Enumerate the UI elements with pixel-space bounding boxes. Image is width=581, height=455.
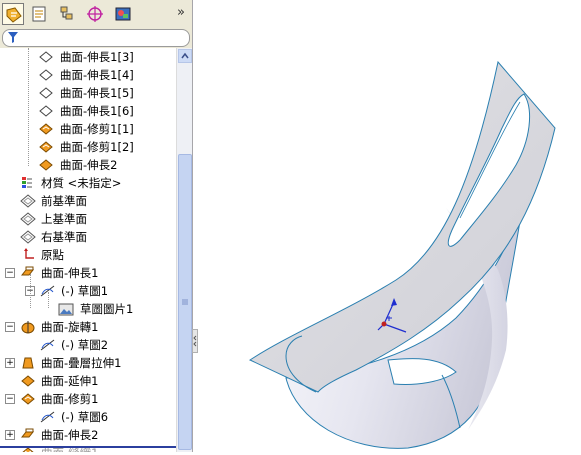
tree-item-label: 材質 <未指定> [41,176,122,190]
graphics-viewport[interactable] [198,0,581,452]
tree-item-label: 上基準面 [41,212,87,226]
surface-extend-gray-icon [38,68,54,82]
tree-item[interactable]: + 曲面-疊層拉伸1 [0,354,176,372]
collapse-toggle[interactable]: − [5,268,15,278]
tree-filter-input[interactable] [2,29,190,47]
expand-toggle[interactable]: + [5,430,15,440]
surface-revolve-icon [20,320,36,334]
tree-item[interactable]: − 曲面-修剪1 [0,390,176,408]
tree-item[interactable]: 上基準面 [0,210,176,228]
tree-item[interactable]: + 曲面-伸長2 [0,426,176,444]
dimxpert-manager-icon [87,6,103,22]
tree-item-label: 原點 [41,248,64,262]
tree-item[interactable]: 草圖圖片1 [0,300,176,318]
tree-item[interactable]: − 曲面-伸長1 [0,264,176,282]
tree-item-label: 曲面-伸長1 [41,266,99,280]
tree-item-label: 曲面-伸長1[5] [60,86,134,100]
property-manager-tab[interactable] [28,3,50,25]
tree-item[interactable]: 曲面-伸長1[5] [0,84,176,102]
tree-item-label: 曲面-伸長1[3] [60,50,134,64]
surface-trim-icon [38,122,54,136]
filter-icon [8,32,18,43]
surface-extend-icon [38,158,54,172]
tree-item-label: 曲面-修剪1[1] [60,122,134,136]
tree-item-label: 曲面-伸長1[6] [60,104,134,118]
tree-guide-line [30,274,31,308]
tree-item[interactable]: (-) 草圖6 [0,408,176,426]
feature-manager-tab[interactable] [2,3,24,25]
tree-item[interactable]: (-) 草圖2 [0,336,176,354]
tree-item[interactable]: 曲面-伸長1[6] [0,102,176,120]
plane-icon [20,230,36,244]
more-tabs-button[interactable]: » [174,4,188,22]
tree-item[interactable]: 曲面-伸長1[4] [0,66,176,84]
scroll-up-button[interactable] [178,49,192,63]
tree-item-label: 草圖圖片1 [80,302,134,316]
tree-horizontal-scrollbar[interactable] [0,446,176,448]
sketch-icon [40,338,56,352]
surface-extend-icon [20,374,36,388]
feature-manager-icon [6,7,22,23]
tree-item-label: 曲面-伸長1[4] [60,68,134,82]
feature-manager-panel: » 曲面-伸長1[3] 曲面-伸長1[4] 曲面-伸長1[5] 曲面-伸長1[6] 曲面… [0,0,193,452]
tree-item-label: 曲面-伸長2 [60,158,118,172]
collapse-toggle[interactable]: − [5,394,15,404]
manager-tabs-toolbar: » [0,0,192,28]
tree-item-label: 曲面-延伸1 [41,374,99,388]
tree-item[interactable]: 右基準面 [0,228,176,246]
tree-item-label: (-) 草圖1 [61,284,109,298]
tree-item-label: 曲面-旋轉1 [41,320,99,334]
surface-extrude-icon [20,428,36,442]
tree-item[interactable]: − (-) 草圖1 [0,282,176,300]
sketch-picture-icon [58,302,74,316]
collapse-toggle[interactable]: − [5,322,15,332]
chevron-up-icon [181,52,189,59]
tree-guide-line [48,292,49,308]
plane-icon [20,194,36,208]
surface-loft-icon [20,356,36,370]
tree-item[interactable]: 曲面-伸長2 [0,156,176,174]
tree-item[interactable]: 曲面-伸長1[3] [0,48,176,66]
dimxpert-manager-tab[interactable] [84,3,106,25]
surface-extrude-icon [20,266,36,280]
tree-item[interactable]: 曲面-延伸1 [0,372,176,390]
tree-item-label: (-) 草圖6 [61,410,109,424]
scroll-thumb[interactable] [178,154,192,450]
tree-guide-line [28,48,29,166]
surface-trim-icon [20,392,36,406]
tree-item-label: (-) 草圖2 [61,338,109,352]
tree-item-label: 曲面-疊層拉伸1 [41,356,122,370]
tree-vertical-scrollbar[interactable] [176,48,192,452]
tree-item[interactable]: 原點 [0,246,176,264]
configuration-manager-icon [60,6,73,20]
property-manager-icon [32,6,46,22]
expand-toggle[interactable]: + [5,358,15,368]
tree-item[interactable]: 前基準面 [0,192,176,210]
material-icon [20,176,36,190]
tree-item[interactable]: 材質 <未指定> [0,174,176,192]
tree-item[interactable]: − 曲面-旋轉1 [0,318,176,336]
display-manager-tab[interactable] [112,3,134,25]
collapse-arrows-icon [193,335,197,347]
surface-trim-icon [38,140,54,154]
surface-extend-gray-icon [38,104,54,118]
surface-extend-gray-icon [38,86,54,100]
filter-bar [0,28,192,48]
surface-shell-model[interactable] [198,0,581,452]
configuration-manager-tab[interactable] [56,3,78,25]
tree-item-label: 前基準面 [41,194,87,208]
tree-item[interactable]: 曲面-修剪1[2] [0,138,176,156]
origin-icon [20,248,36,262]
sketch-icon [40,410,56,424]
display-manager-icon [115,7,131,21]
feature-tree: 曲面-伸長1[3] 曲面-伸長1[4] 曲面-伸長1[5] 曲面-伸長1[6] 曲面-修… [0,48,176,452]
tree-item-label: 曲面-伸長2 [41,428,99,442]
tree-item-label: 曲面-修剪1 [41,392,99,406]
tree-item-label: 右基準面 [41,230,87,244]
surface-extend-gray-icon [38,50,54,64]
tree-item-label: 曲面-修剪1[2] [60,140,134,154]
plane-icon [20,212,36,226]
grip-icon [182,299,188,305]
tree-item[interactable]: 曲面-修剪1[1] [0,120,176,138]
